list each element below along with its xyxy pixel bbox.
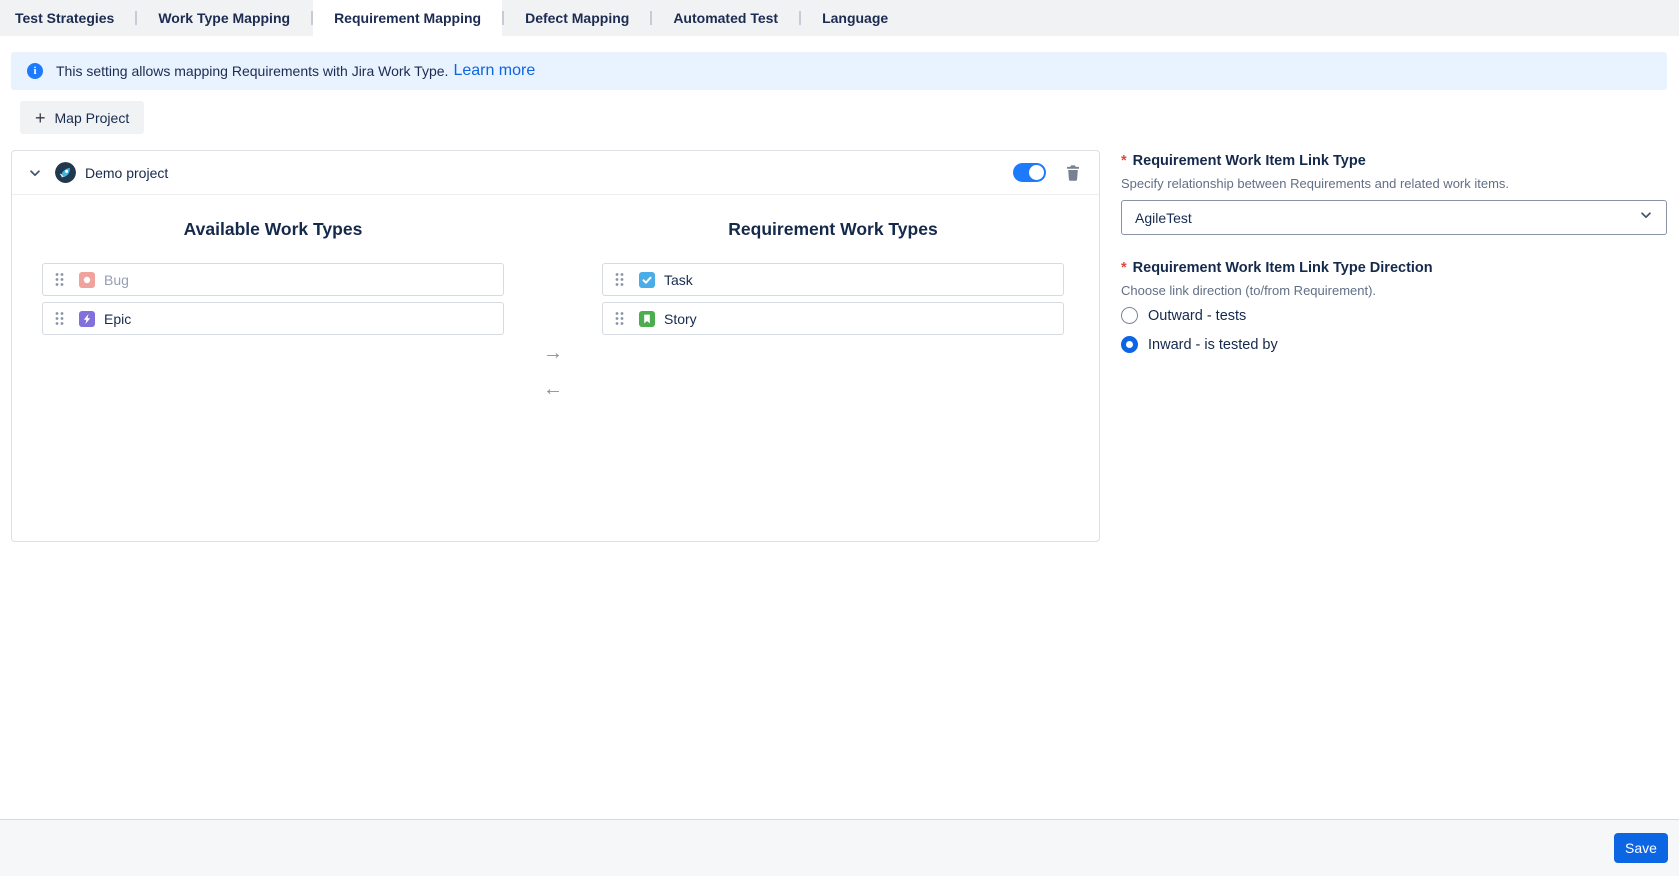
work-type-item-task[interactable]: Task bbox=[602, 263, 1064, 296]
trash-icon[interactable] bbox=[1065, 164, 1081, 181]
tab-test-strategies[interactable]: Test Strategies bbox=[0, 0, 135, 47]
radio-outward-tests[interactable]: Outward - tests bbox=[1121, 307, 1667, 324]
radio-button-icon[interactable] bbox=[1121, 336, 1138, 353]
footer-bar: Save bbox=[0, 819, 1679, 876]
drag-handle-icon[interactable] bbox=[55, 272, 64, 287]
tab-bar: Test Strategies Work Type Mapping Requir… bbox=[0, 0, 1679, 47]
chevron-down-icon bbox=[1639, 208, 1653, 227]
map-project-button[interactable]: + Map Project bbox=[20, 101, 144, 134]
move-arrows: → ← bbox=[504, 219, 602, 401]
link-type-select[interactable]: AgileTest bbox=[1121, 200, 1667, 235]
direction-group: * Requirement Work Item Link Type Direct… bbox=[1121, 259, 1667, 353]
tab-defect-mapping[interactable]: Defect Mapping bbox=[504, 0, 650, 47]
direction-help: Choose link direction (to/from Requireme… bbox=[1121, 283, 1667, 299]
project-mapping-panel: Demo project Available Work Types bbox=[11, 150, 1100, 542]
direction-label: * Requirement Work Item Link Type Direct… bbox=[1121, 259, 1667, 277]
info-banner: i This setting allows mapping Requiremen… bbox=[11, 52, 1667, 90]
work-type-label: Task bbox=[664, 272, 693, 288]
tab-automated-test[interactable]: Automated Test bbox=[652, 0, 799, 47]
main-content: Demo project Available Work Types bbox=[11, 150, 1679, 542]
story-icon bbox=[639, 311, 655, 327]
info-icon: i bbox=[27, 63, 43, 79]
drag-handle-icon[interactable] bbox=[55, 311, 64, 326]
learn-more-link[interactable]: Learn more bbox=[453, 62, 535, 80]
radio-button-icon[interactable] bbox=[1121, 307, 1138, 324]
info-banner-text: This setting allows mapping Requirements… bbox=[56, 63, 448, 79]
mapping-body: Available Work Types Bug bbox=[12, 195, 1099, 401]
drag-handle-icon[interactable] bbox=[615, 272, 624, 287]
work-type-label: Bug bbox=[104, 272, 129, 288]
project-enabled-toggle[interactable] bbox=[1013, 163, 1046, 182]
tab-language[interactable]: Language bbox=[801, 0, 909, 47]
link-type-label-text: Requirement Work Item Link Type bbox=[1133, 152, 1366, 170]
requirement-work-types-column: Requirement Work Types Task bbox=[602, 219, 1064, 401]
radio-label: Outward - tests bbox=[1148, 308, 1246, 324]
tab-requirement-mapping[interactable]: Requirement Mapping bbox=[313, 0, 502, 47]
task-icon bbox=[639, 272, 655, 288]
radio-label: Inward - is tested by bbox=[1148, 337, 1278, 353]
required-asterisk: * bbox=[1121, 152, 1127, 170]
tab-work-type-mapping[interactable]: Work Type Mapping bbox=[137, 0, 311, 47]
tabs: Test Strategies Work Type Mapping Requir… bbox=[0, 0, 1679, 47]
move-right-arrow-icon[interactable]: → bbox=[543, 342, 563, 365]
work-type-label: Story bbox=[664, 311, 697, 327]
project-avatar bbox=[55, 162, 76, 183]
move-left-arrow-icon[interactable]: ← bbox=[543, 378, 563, 401]
direction-label-text: Requirement Work Item Link Type Directio… bbox=[1133, 259, 1433, 277]
save-button[interactable]: Save bbox=[1614, 833, 1668, 863]
link-type-help: Specify relationship between Requirement… bbox=[1121, 176, 1667, 192]
link-settings-panel: * Requirement Work Item Link Type Specif… bbox=[1121, 150, 1667, 353]
link-type-select-value: AgileTest bbox=[1135, 210, 1192, 226]
work-type-item-bug[interactable]: Bug bbox=[42, 263, 504, 296]
epic-icon bbox=[79, 311, 95, 327]
direction-options: Outward - tests Inward - is tested by bbox=[1121, 307, 1667, 353]
chevron-down-icon[interactable] bbox=[28, 166, 42, 180]
available-work-types-column: Available Work Types Bug bbox=[42, 219, 504, 401]
drag-handle-icon[interactable] bbox=[615, 311, 624, 326]
radio-inward-is-tested-by[interactable]: Inward - is tested by bbox=[1121, 336, 1667, 353]
link-type-label: * Requirement Work Item Link Type bbox=[1121, 152, 1667, 170]
project-name: Demo project bbox=[85, 165, 168, 181]
required-asterisk: * bbox=[1121, 259, 1127, 277]
work-type-item-epic[interactable]: Epic bbox=[42, 302, 504, 335]
work-type-item-story[interactable]: Story bbox=[602, 302, 1064, 335]
bug-icon bbox=[79, 272, 95, 288]
plus-icon: + bbox=[35, 109, 46, 127]
available-work-types-title: Available Work Types bbox=[42, 219, 504, 240]
work-type-label: Epic bbox=[104, 311, 131, 327]
project-header: Demo project bbox=[12, 151, 1099, 195]
map-project-label: Map Project bbox=[55, 110, 130, 126]
requirement-work-types-title: Requirement Work Types bbox=[602, 219, 1064, 240]
